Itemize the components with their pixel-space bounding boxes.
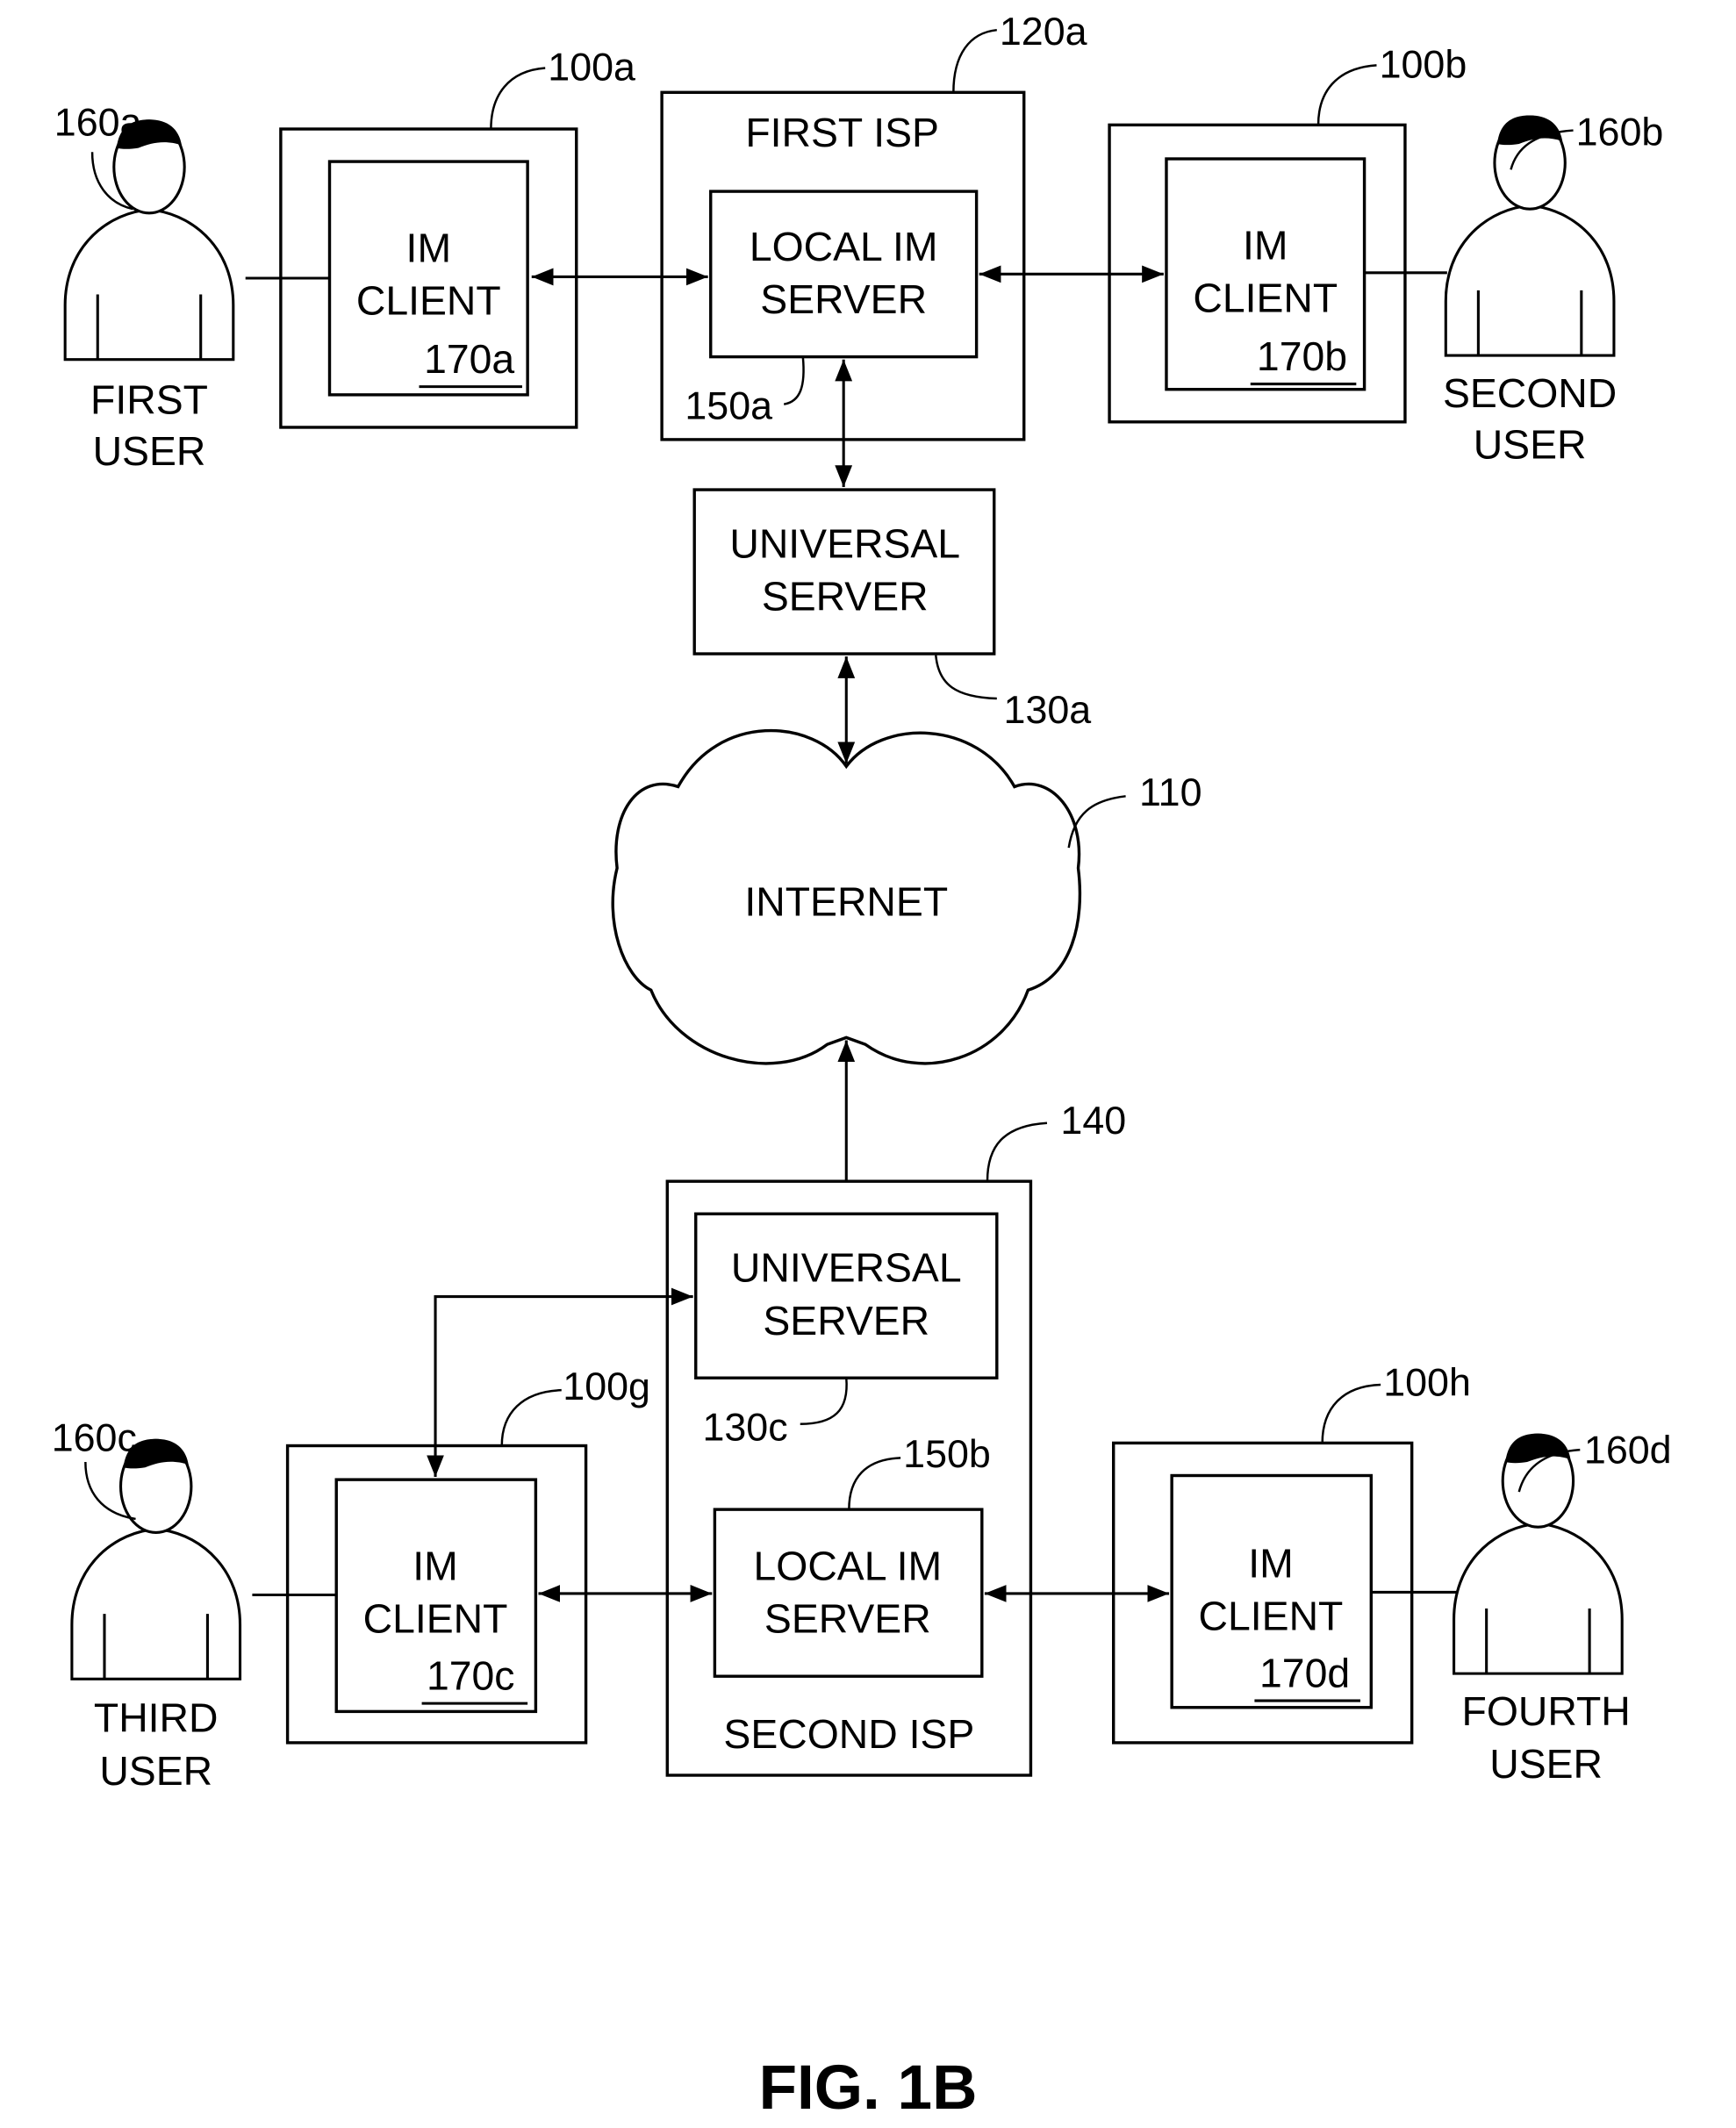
user-label-line2: USER: [1489, 1741, 1603, 1787]
user-ref: 160b: [1576, 111, 1664, 154]
fourth-user: 160d FOURTH USER: [1453, 1429, 1672, 1787]
device-ref: 100g: [563, 1365, 650, 1408]
im-network-diagram: 160a FIRST USER 100a IM CLIENT 170a 120a…: [52, 10, 1672, 2123]
client-label-line1: IM: [1248, 1540, 1293, 1586]
server-ref: 150b: [903, 1432, 991, 1476]
server-label-line2: SERVER: [764, 1596, 931, 1642]
client-label-line1: IM: [412, 1543, 457, 1588]
figure-label: FIG. 1B: [759, 2053, 978, 2123]
client-label-line2: CLIENT: [356, 278, 501, 324]
local-im-server-box[interactable]: [713, 1508, 984, 1678]
user-label-line1: THIRD: [94, 1695, 219, 1741]
server-label-line2: SERVER: [760, 276, 927, 322]
client-ref: 170c: [427, 1653, 515, 1699]
server-label-line1: LOCAL IM: [754, 1543, 943, 1588]
user-ref: 160c: [52, 1416, 137, 1460]
isp-ref: 140: [1060, 1099, 1126, 1143]
person-icon: [70, 1437, 242, 1680]
universal-server-box[interactable]: [694, 1212, 999, 1379]
server-label-line1: UNIVERSAL: [731, 1245, 962, 1291]
device-100h: 100h IM CLIENT 170d: [1112, 1360, 1471, 1745]
user-ref: 160a: [54, 101, 142, 145]
isp-label: SECOND ISP: [723, 1711, 974, 1757]
device-ref: 100h: [1383, 1360, 1471, 1404]
server-label-line2: SERVER: [763, 1298, 929, 1343]
leader-line: [1321, 1383, 1381, 1444]
universal-server-130a: UNIVERSAL SERVER 130a: [692, 488, 1092, 732]
device-ref: 100a: [548, 45, 635, 89]
user-ref: 160d: [1584, 1429, 1672, 1472]
server-ref: 150a: [685, 384, 772, 428]
device-100a: 100a IM CLIENT 170a: [279, 45, 635, 429]
user-label-line1: SECOND: [1443, 370, 1617, 416]
third-user: 160c THIRD USER: [52, 1416, 242, 1794]
client-label-line2: CLIENT: [1193, 276, 1338, 321]
person-icon: [63, 118, 235, 362]
user-label-line1: FIRST: [90, 377, 208, 423]
first-isp: 120a FIRST ISP LOCAL IM SERVER 150a: [660, 10, 1087, 441]
server-label-line2: SERVER: [762, 574, 929, 620]
leader-line: [490, 67, 546, 130]
server-label-line1: UNIVERSAL: [729, 520, 960, 566]
leader-line: [500, 1388, 562, 1446]
local-im-server-box[interactable]: [709, 190, 979, 359]
user-label-line2: USER: [1474, 422, 1587, 468]
leader-line: [952, 28, 997, 93]
isp-label: FIRST ISP: [745, 110, 939, 155]
user-label-line1: FOURTH: [1462, 1688, 1631, 1734]
client-label-line2: CLIENT: [363, 1596, 508, 1642]
client-ref: 170b: [1257, 333, 1347, 379]
server-ref: 130a: [1004, 688, 1092, 732]
isp-ref: 120a: [1000, 10, 1087, 54]
device-100b: 100b IM CLIENT 170b: [1108, 42, 1467, 424]
device-ref: 100b: [1380, 42, 1467, 86]
client-label-line2: CLIENT: [1199, 1594, 1344, 1639]
device-100g: 100g IM CLIENT 170c: [285, 1365, 650, 1745]
client-ref: 170a: [424, 336, 514, 382]
client-label-line1: IM: [1243, 222, 1288, 268]
server-ref: 130c: [702, 1405, 787, 1449]
user-label-line2: USER: [99, 1748, 212, 1794]
server-label-line1: LOCAL IM: [750, 224, 938, 269]
client-ref: 170d: [1259, 1651, 1350, 1696]
internet-ref: 110: [1139, 770, 1202, 814]
internet-label: INTERNET: [744, 878, 948, 924]
leader-line: [935, 655, 997, 700]
second-user: 160b SECOND USER: [1443, 111, 1663, 468]
first-user: 160a FIRST USER: [54, 101, 235, 474]
universal-server-box[interactable]: [692, 488, 996, 656]
internet-cloud: INTERNET 110: [611, 728, 1202, 1065]
user-label-line2: USER: [93, 428, 206, 474]
leader-line: [1316, 64, 1377, 125]
leader-line: [986, 1121, 1048, 1182]
second-isp: 140 UNIVERSAL SERVER 130c LOCAL IM SERVE…: [665, 1099, 1126, 1777]
client-label-line1: IM: [406, 225, 451, 270]
